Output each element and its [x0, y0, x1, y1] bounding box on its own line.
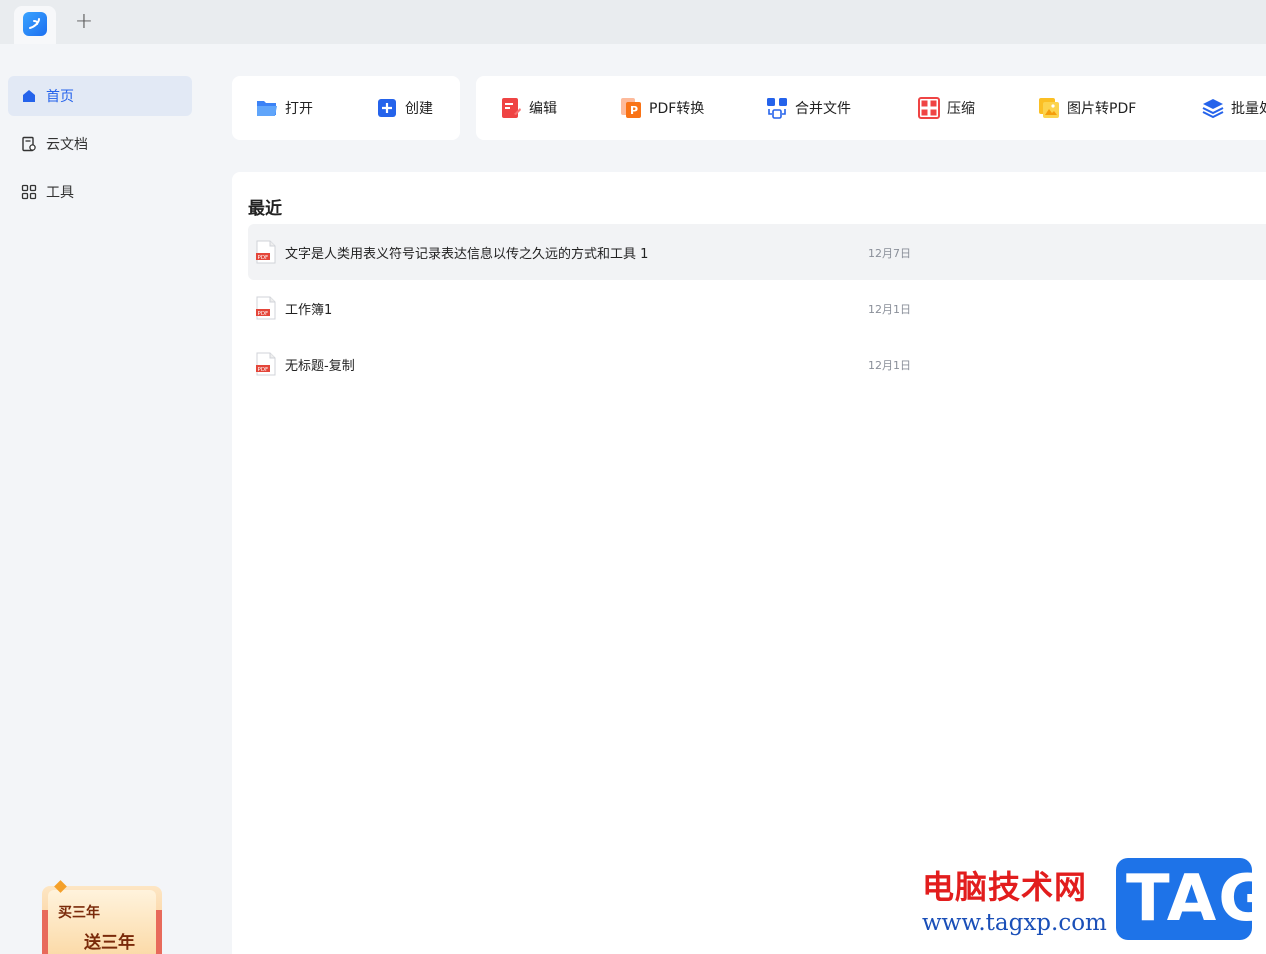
grid-icon: [20, 183, 38, 201]
plus-square-icon: [376, 97, 398, 119]
file-date: 12月7日: [868, 247, 911, 260]
sidebar: 首页 云文档 工具 买三年 送三年: [0, 44, 200, 954]
sidebar-item-cloud-docs[interactable]: 云文档: [8, 124, 192, 164]
promo-ribbon-right: [156, 910, 162, 954]
title-bar: +: [0, 0, 1266, 44]
promo-line-2: 送三年: [84, 933, 135, 953]
open-button[interactable]: 打开: [256, 96, 313, 120]
promo-banner[interactable]: 买三年 送三年: [42, 886, 162, 954]
layers-icon: [1202, 97, 1224, 119]
home-icon: [20, 87, 38, 105]
merge-button[interactable]: 合并文件: [766, 96, 851, 120]
watermark-tag-logo: TAG: [1116, 858, 1266, 940]
image-to-pdf-button[interactable]: 图片转PDF: [1038, 96, 1136, 120]
svg-text:PDF: PDF: [258, 255, 269, 261]
tools-card: 编辑 P PDF转换 合并文件 压缩 图片转PDF 批量处: [476, 76, 1266, 140]
svg-text:PDF: PDF: [258, 311, 269, 317]
recent-panel: 最近 PDF 文字是人类用表义符号记录表达信息以传之久远的方式和工具 1 12月…: [232, 172, 1266, 954]
recent-file-row[interactable]: PDF 工作簿1 12月1日: [248, 280, 1266, 336]
batch-label: 批量处: [1231, 101, 1266, 117]
edit-label: 编辑: [529, 101, 557, 117]
app-logo-icon: [23, 12, 47, 36]
sidebar-item-home[interactable]: 首页: [8, 76, 192, 116]
batch-button[interactable]: 批量处: [1202, 96, 1266, 120]
compress-icon: [918, 97, 940, 119]
svg-text:P: P: [630, 104, 638, 117]
pdf-file-icon: PDF: [256, 240, 276, 264]
file-name: 无标题-复制: [285, 359, 355, 374]
recent-title: 最近: [248, 199, 282, 219]
pdf-file-icon: PDF: [256, 296, 276, 320]
create-label: 创建: [405, 101, 433, 117]
create-button[interactable]: 创建: [376, 96, 433, 120]
sidebar-item-tools[interactable]: 工具: [8, 172, 192, 212]
watermark-tag-text: TAG: [1126, 862, 1266, 936]
file-name: 工作簿1: [285, 303, 333, 318]
recent-file-row[interactable]: PDF 无标题-复制 12月1日: [248, 336, 1266, 392]
pdf-file-icon: PDF: [256, 352, 276, 376]
watermark-title: 电脑技术网: [922, 868, 1088, 906]
merge-icon: [766, 97, 788, 119]
pdf-convert-button[interactable]: P PDF转换: [620, 96, 704, 120]
edit-doc-icon: [500, 97, 522, 119]
merge-label: 合并文件: [795, 101, 851, 117]
svg-text:PDF: PDF: [258, 367, 269, 373]
file-name: 文字是人类用表义符号记录表达信息以传之久远的方式和工具 1: [285, 247, 649, 262]
file-date: 12月1日: [868, 359, 911, 372]
file-actions-card: 打开 创建: [232, 76, 460, 140]
sidebar-item-label: 首页: [46, 89, 74, 105]
compress-button[interactable]: 压缩: [918, 96, 975, 120]
app-tab[interactable]: [14, 6, 56, 44]
compress-label: 压缩: [947, 101, 975, 117]
image-icon: [1038, 97, 1060, 119]
file-date: 12月1日: [868, 303, 911, 316]
image-to-pdf-label: 图片转PDF: [1067, 101, 1137, 117]
new-tab-button[interactable]: +: [72, 10, 96, 34]
pdf-convert-label: PDF转换: [649, 101, 705, 117]
promo-line-1: 买三年: [58, 905, 100, 921]
edit-button[interactable]: 编辑: [500, 96, 557, 120]
sidebar-item-label: 云文档: [46, 137, 88, 153]
promo-ribbon-left: [42, 910, 48, 954]
folder-open-icon: [256, 97, 278, 119]
pdf-convert-icon: P: [620, 97, 642, 119]
sidebar-item-label: 工具: [46, 185, 74, 201]
open-label: 打开: [285, 101, 313, 117]
recent-file-row[interactable]: PDF 文字是人类用表义符号记录表达信息以传之久远的方式和工具 1 12月7日: [248, 224, 1266, 280]
cloud-doc-icon: [20, 135, 38, 153]
watermark-url: www.tagxp.com: [922, 910, 1107, 936]
